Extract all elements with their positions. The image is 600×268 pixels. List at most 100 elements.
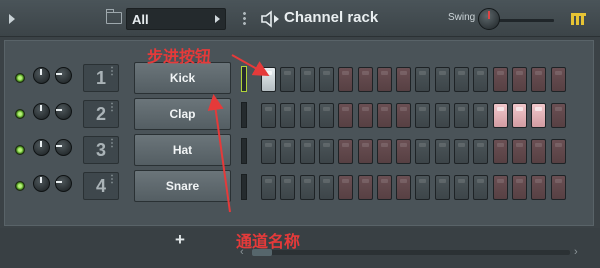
channel-volume-knob[interactable] [33, 103, 50, 120]
channel-pan-knob[interactable] [55, 175, 72, 192]
step-button[interactable] [454, 103, 469, 128]
channel-pan-knob[interactable] [55, 103, 72, 120]
channel-name-button[interactable]: Snare [134, 170, 231, 202]
channel-select-indicator[interactable] [241, 66, 247, 92]
step-button[interactable] [338, 67, 354, 92]
step-button[interactable] [280, 67, 296, 92]
step-button[interactable] [473, 175, 489, 200]
panel-menu-arrow-icon[interactable] [9, 14, 15, 24]
step-button[interactable] [473, 67, 489, 92]
step-button[interactable] [396, 175, 412, 200]
step-button[interactable] [280, 103, 296, 128]
step-button[interactable] [376, 67, 392, 92]
swing-knob[interactable] [478, 8, 500, 30]
channel-select-indicator[interactable] [241, 174, 247, 200]
channel-filter-select[interactable]: All [126, 8, 226, 30]
step-button[interactable] [280, 175, 296, 200]
step-button[interactable] [531, 67, 547, 92]
step-button[interactable] [261, 139, 276, 164]
step-button[interactable] [511, 103, 527, 128]
step-button[interactable] [261, 67, 276, 92]
channel-pan-knob[interactable] [55, 67, 72, 84]
step-button[interactable] [473, 139, 489, 164]
step-button[interactable] [434, 139, 450, 164]
mixer-track-number[interactable]: 3 [83, 136, 119, 164]
step-button[interactable] [357, 175, 373, 200]
channel-volume-knob[interactable] [33, 67, 50, 84]
step-button[interactable] [338, 139, 354, 164]
graph-editor-icon[interactable] [571, 13, 586, 25]
step-button[interactable] [357, 67, 373, 92]
channel-pan-knob[interactable] [55, 139, 72, 156]
step-button[interactable] [318, 103, 334, 128]
channel-volume-knob[interactable] [33, 139, 50, 156]
step-button[interactable] [492, 103, 508, 128]
channel-select-indicator[interactable] [241, 138, 247, 164]
step-button[interactable] [550, 67, 566, 92]
step-button[interactable] [396, 103, 412, 128]
channel-mute-led[interactable] [15, 73, 25, 83]
step-button[interactable] [318, 67, 334, 92]
step-button[interactable] [454, 139, 469, 164]
step-button[interactable] [376, 139, 392, 164]
step-button[interactable] [531, 139, 547, 164]
step-button[interactable] [261, 175, 276, 200]
step-button[interactable] [492, 139, 508, 164]
options-menu-icon[interactable] [243, 11, 246, 25]
step-button[interactable] [454, 67, 469, 92]
channel-name-button[interactable]: Hat [134, 134, 231, 166]
step-button[interactable] [531, 103, 547, 128]
step-button[interactable] [415, 103, 431, 128]
step-button[interactable] [376, 103, 392, 128]
annotation-channel-name: 通道名称 [236, 232, 301, 251]
add-channel-button[interactable]: + [172, 231, 188, 248]
step-button[interactable] [415, 139, 431, 164]
step-button[interactable] [396, 67, 412, 92]
step-button[interactable] [376, 175, 392, 200]
step-button[interactable] [318, 139, 334, 164]
step-button[interactable] [338, 103, 354, 128]
step-button[interactable] [550, 139, 566, 164]
scroll-right-icon[interactable]: › [574, 246, 578, 258]
step-button[interactable] [415, 67, 431, 92]
mixer-track-number[interactable]: 2 [83, 100, 119, 128]
step-button[interactable] [550, 103, 566, 128]
step-button[interactable] [492, 175, 508, 200]
step-button[interactable] [299, 103, 315, 128]
speaker-icon [261, 10, 279, 28]
step-button[interactable] [434, 175, 450, 200]
step-button[interactable] [299, 139, 315, 164]
channel-mute-led[interactable] [15, 145, 25, 155]
step-button[interactable] [280, 139, 296, 164]
channel-mute-led[interactable] [15, 109, 25, 119]
chevron-right-icon [215, 15, 220, 23]
step-button[interactable] [550, 175, 566, 200]
step-button[interactable] [454, 175, 469, 200]
mixer-track-number[interactable]: 1 [83, 64, 119, 92]
channel-row: 4 Snare [5, 169, 595, 205]
step-button[interactable] [511, 139, 527, 164]
step-button[interactable] [396, 139, 412, 164]
channel-mute-led[interactable] [15, 181, 25, 191]
step-button[interactable] [415, 175, 431, 200]
channel-volume-knob[interactable] [33, 175, 50, 192]
step-button[interactable] [318, 175, 334, 200]
step-button[interactable] [473, 103, 489, 128]
step-button[interactable] [299, 67, 315, 92]
step-button[interactable] [338, 175, 354, 200]
step-button[interactable] [434, 103, 450, 128]
step-button[interactable] [434, 67, 450, 92]
step-button[interactable] [357, 139, 373, 164]
channel-select-indicator[interactable] [241, 102, 247, 128]
step-button[interactable] [299, 175, 315, 200]
channel-list: 1Kick 2 Clap 3 Hat 4 Snare [4, 40, 594, 226]
step-button[interactable] [261, 103, 276, 128]
step-button[interactable] [511, 175, 527, 200]
step-button[interactable] [511, 67, 527, 92]
mixer-track-number[interactable]: 4 [83, 172, 119, 200]
window-title: Channel rack [284, 9, 379, 26]
step-button[interactable] [492, 67, 508, 92]
step-button[interactable] [531, 175, 547, 200]
channel-name-button[interactable]: Clap [134, 98, 231, 130]
step-button[interactable] [357, 103, 373, 128]
